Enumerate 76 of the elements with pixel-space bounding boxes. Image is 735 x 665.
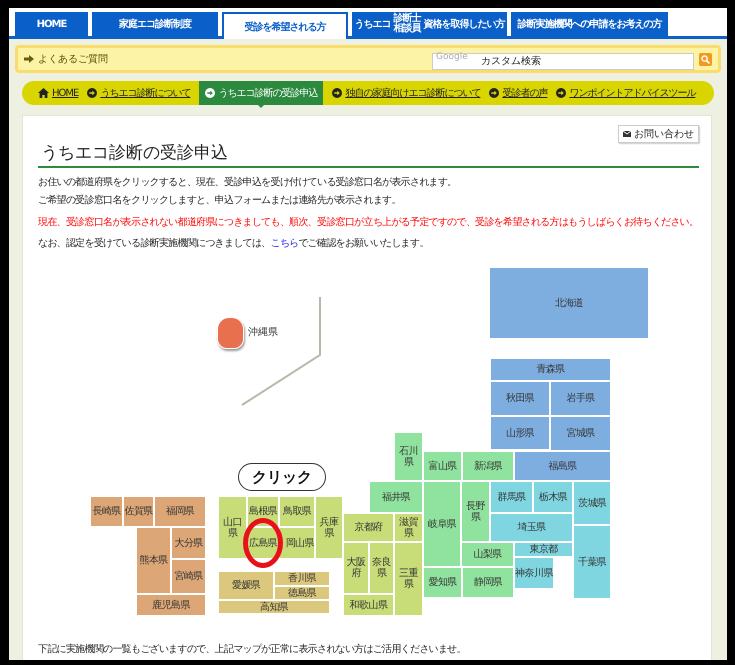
prefecture-area[interactable]: 福岡県: [154, 496, 206, 527]
prefecture-area[interactable]: 宮城県: [550, 416, 611, 451]
prefecture-area[interactable]: 京都府: [343, 513, 394, 542]
prefecture-area[interactable]: 福井県: [369, 481, 423, 513]
link[interactable]: こちら: [270, 238, 298, 249]
prefecture-area[interactable]: 山形県: [490, 416, 550, 450]
prefecture-area[interactable]: 熊本県: [136, 527, 171, 594]
prefecture-area[interactable]: 三重県: [394, 542, 423, 616]
paragraph: お住いの都道府県をクリックすると、現在、受診申込を受け付けている受診窓口名が表示されます。: [38, 176, 458, 190]
page-title: うちエコ診断の受診申込: [38, 143, 699, 168]
nav-tab[interactable]: 診断実施機関への申請をお考えの方: [511, 12, 668, 36]
prefecture-area[interactable]: 静岡県: [462, 567, 514, 598]
paragraph: ご希望の受診窓口名をクリックしますと、申込フォームまたは連絡先が表示されます。: [38, 194, 402, 208]
prefecture-area[interactable]: 徳島県: [274, 586, 330, 600]
prefecture-area[interactable]: 岩手県: [550, 381, 611, 416]
prefecture-area[interactable]: 長崎県: [90, 496, 123, 527]
prefecture-area[interactable]: 群馬県: [490, 481, 533, 513]
prefecture-area[interactable]: 鳥取県: [279, 496, 315, 527]
contact-button[interactable]: お問い合わせ: [618, 125, 699, 143]
prefecture-area[interactable]: 和歌山県: [343, 594, 394, 616]
paragraph: 現在、受診窓口名が表示されない都道府県につきましても、順次、受診窓口が立ち上がる予定ですので、受診を希望される方はもうしばらくお待ちください。: [38, 216, 699, 230]
arrow-circle-icon: [556, 88, 566, 98]
prefecture-area[interactable]: 秋田県: [490, 381, 550, 416]
sub-nav-link[interactable]: 受診者の声: [489, 81, 548, 105]
search-button[interactable]: [699, 52, 712, 66]
nav-tab[interactable]: 家庭エコ診断制度: [92, 12, 218, 36]
mail-icon: [623, 131, 631, 137]
arrow-circle-icon: [332, 88, 342, 98]
prefecture-area[interactable]: 神奈川県: [514, 557, 554, 589]
sub-nav-link[interactable]: ワンポイントアドバイスツール: [556, 81, 696, 105]
prefecture-label[interactable]: 沖縄県: [248, 326, 278, 340]
nav-tab[interactable]: 受診を希望される方: [222, 12, 348, 39]
prefecture-area[interactable]: 青森県: [490, 358, 611, 381]
paragraph: なお、認定を受けている診断実施機関につきましては、こちらでご確認をお願いいたします。: [38, 237, 430, 251]
prefecture-area[interactable]: 愛媛県: [218, 571, 274, 600]
prefecture-area[interactable]: 香川県: [274, 571, 330, 586]
home-icon: [38, 88, 49, 98]
nav-tab[interactable]: HOME: [15, 12, 88, 36]
prefecture-area[interactable]: 高知県: [218, 600, 330, 614]
prefecture-area[interactable]: 佐賀県: [123, 496, 154, 527]
prefecture-area[interactable]: 大阪府: [343, 542, 369, 594]
prefecture-area[interactable]: 鹿児島県: [136, 594, 206, 616]
prefecture-area[interactable]: 宮崎県: [171, 559, 206, 594]
prefecture-area[interactable]: 長野県: [461, 481, 490, 542]
search-icon: [701, 54, 710, 64]
prefecture-area[interactable]: 滋賀県: [394, 513, 423, 542]
prefecture-area[interactable]: 兵庫県: [315, 496, 343, 559]
prefecture-area[interactable]: 愛知県: [423, 567, 462, 598]
paragraph: 下記に実施機関の一覧もございますので、上記マップが正常に表示されない方はご活用くださいませ。: [38, 643, 467, 657]
arrow-icon: [24, 55, 34, 63]
callout-tooltip: クリック: [238, 463, 326, 491]
prefecture-area[interactable]: 東京都: [514, 542, 573, 557]
sub-nav-link[interactable]: HOME: [38, 81, 78, 105]
prefecture-area[interactable]: [217, 317, 244, 349]
prefecture-area[interactable]: 茨城県: [573, 481, 611, 525]
prefecture-area[interactable]: 奈良県: [369, 542, 394, 594]
prefecture-area[interactable]: 富山県: [423, 451, 462, 481]
sub-nav-link[interactable]: うちエコ診断について: [87, 81, 190, 105]
arrow-circle-icon: [205, 88, 216, 98]
prefecture-area[interactable]: 岡山県: [279, 527, 315, 559]
prefecture-area[interactable]: 栃木県: [533, 481, 573, 513]
prefecture-area[interactable]: 山梨県: [461, 542, 514, 567]
prefecture-area[interactable]: 埼玉県: [490, 513, 573, 542]
prefecture-area[interactable]: 山口県: [218, 496, 247, 559]
prefecture-area[interactable]: 福島県: [514, 451, 611, 481]
prefecture-area[interactable]: 千葉県: [573, 525, 611, 599]
faq-link[interactable]: よくあるご質問: [24, 52, 108, 66]
prefecture-area[interactable]: 岐阜県: [423, 481, 461, 567]
prefecture-area[interactable]: 大分県: [171, 527, 206, 559]
sub-nav-link[interactable]: 独自の家庭向けエコ診断について: [332, 81, 480, 105]
prefecture-area[interactable]: 北海道: [489, 267, 649, 339]
arrow-circle-icon: [489, 88, 500, 98]
search-logo: Google: [436, 52, 468, 62]
arrow-circle-icon: [87, 88, 98, 98]
prefecture-area[interactable]: 石川県: [394, 432, 423, 481]
prefecture-area[interactable]: 新潟県: [462, 451, 514, 481]
